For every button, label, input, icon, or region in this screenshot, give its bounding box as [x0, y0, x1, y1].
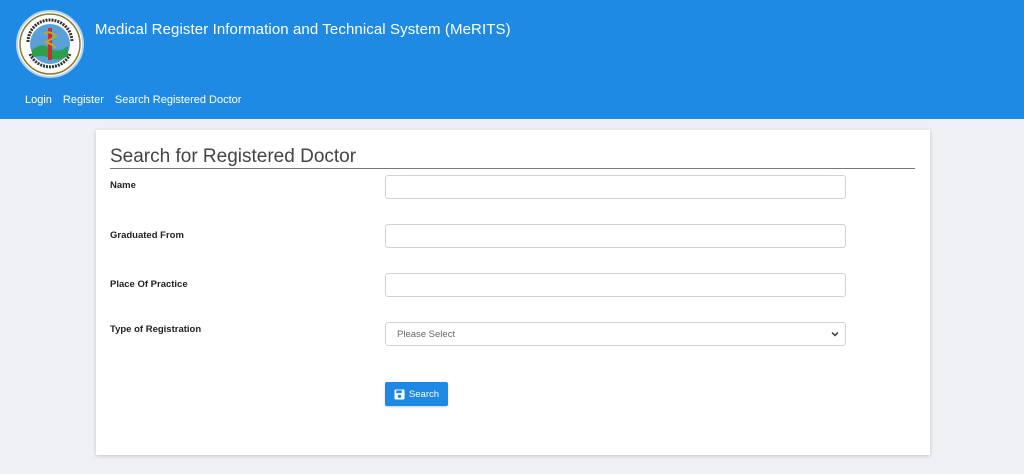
top-header: Medical Register Information and Technic…: [0, 0, 1024, 119]
select-value: Please Select: [397, 329, 456, 340]
search-button[interactable]: Search: [385, 382, 448, 406]
nav-register-link[interactable]: Register: [63, 94, 104, 106]
graduated-from-label: Graduated From: [110, 230, 184, 241]
floppy-disk-icon: [394, 388, 405, 400]
type-of-registration-label: Type of Registration: [110, 324, 202, 335]
app-title: Medical Register Information and Technic…: [95, 21, 511, 38]
search-button-label: Search: [408, 388, 440, 400]
nav-login-link[interactable]: Login: [25, 94, 52, 106]
place-of-practice-input[interactable]: [385, 273, 846, 297]
medical-council-logo[interactable]: [16, 10, 84, 78]
logo-emblem-icon: [19, 13, 81, 75]
name-input[interactable]: [385, 175, 846, 199]
place-of-practice-label: Place Of Practice: [110, 279, 188, 290]
graduated-from-input[interactable]: [385, 224, 846, 248]
type-of-registration-select[interactable]: Please Select: [385, 322, 846, 346]
search-form-card: Search for Registered Doctor Name Gradua…: [96, 130, 930, 455]
nav-search-doctor-link[interactable]: Search Registered Doctor: [115, 94, 242, 106]
chevron-down-icon: [831, 332, 839, 337]
main-nav: Login Register Search Registered Doctor: [25, 94, 241, 106]
form-title: Search for Registered Doctor: [110, 145, 915, 169]
name-label: Name: [110, 180, 136, 191]
